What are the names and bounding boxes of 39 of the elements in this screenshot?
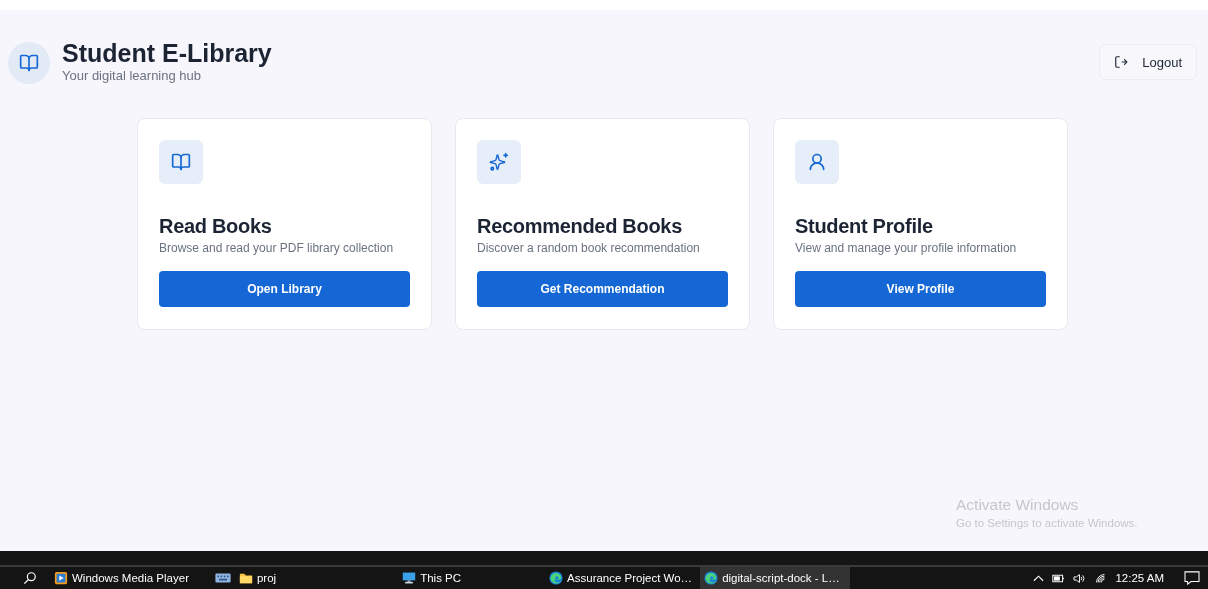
search-icon[interactable] <box>23 571 37 585</box>
app-label: Windows Media Player <box>72 572 189 584</box>
book-icon <box>8 42 50 84</box>
card-title: Read Books <box>159 214 273 238</box>
app-label: proj <box>256 572 277 584</box>
logout-button[interactable]: Logout <box>1099 44 1197 80</box>
card-title: Student Profile <box>795 214 934 238</box>
app-label: digital-script-dock - L… <box>722 572 840 584</box>
app-title: Student E-Library <box>62 38 272 68</box>
folder-icon <box>238 571 253 585</box>
sparkles-icon <box>489 152 509 172</box>
taskbar-app[interactable]: Assurance Project Wo… <box>545 567 697 589</box>
action-button[interactable]: Get Recommendation <box>477 271 728 307</box>
taskbar-app[interactable]: digital-script-dock - L… <box>700 567 850 589</box>
book-icon <box>171 152 191 172</box>
app-label: This PC <box>420 572 462 584</box>
taskbar-app[interactable]: proj <box>234 567 281 589</box>
clock[interactable]: 12:25 AM <box>1115 572 1164 584</box>
keyboard-icon <box>214 573 231 583</box>
action-button[interactable]: Open Library <box>159 271 410 307</box>
speaker-icon[interactable] <box>1073 572 1087 584</box>
browser-icon <box>704 571 719 585</box>
action-button[interactable]: View Profile <box>795 271 1046 307</box>
media-player-icon <box>54 571 68 585</box>
chevron-up-icon[interactable] <box>1033 574 1045 582</box>
logout-icon <box>1114 55 1129 69</box>
browser-icon <box>549 571 564 585</box>
battery-icon[interactable] <box>1052 572 1066 584</box>
card-description: Browse and read your PDF library collection <box>159 241 395 256</box>
app-label: Assurance Project Wo… <box>567 572 693 584</box>
taskbar-app[interactable]: Windows Media Player <box>50 567 193 589</box>
notifications-icon[interactable] <box>1184 571 1200 585</box>
card-description: View and manage your profile information <box>795 241 1018 256</box>
user-icon <box>807 152 827 172</box>
card-description: Discover a random book recommendation <box>477 241 701 256</box>
card-title: Recommended Books <box>477 214 683 238</box>
app-subtitle: Your digital learning hub <box>62 68 202 84</box>
taskbar-app[interactable]: This PC <box>398 567 466 589</box>
monitor-icon <box>402 571 417 585</box>
